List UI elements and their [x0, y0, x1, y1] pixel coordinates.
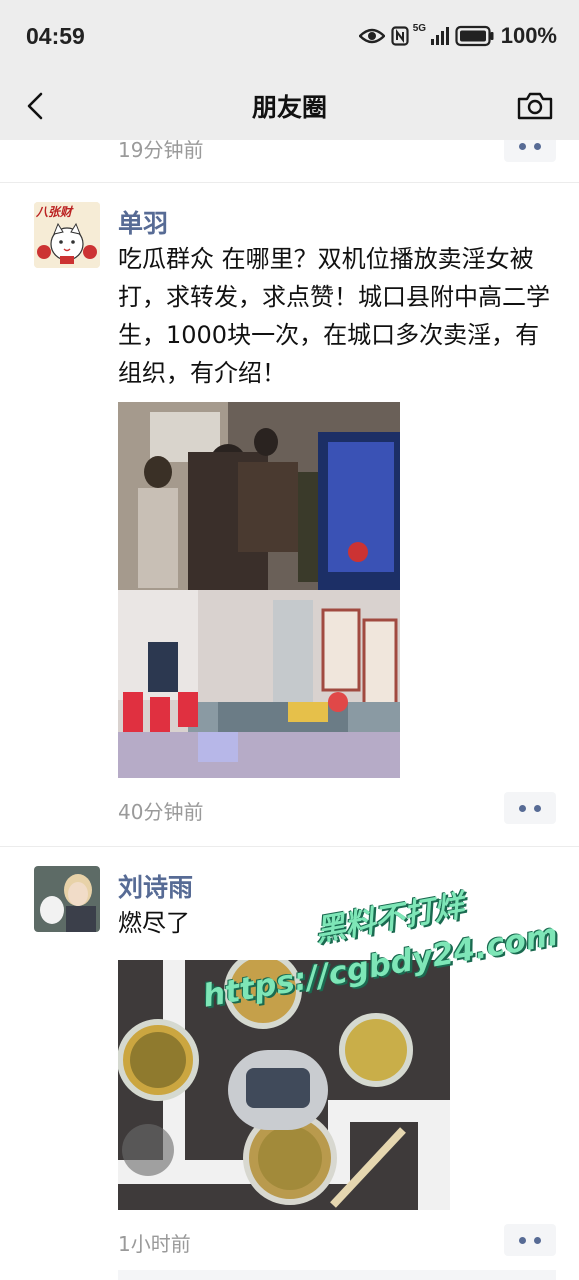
dot-icon: [534, 142, 541, 150]
dot-icon: [534, 1236, 541, 1244]
avatar[interactable]: 八张财: [34, 202, 100, 268]
avatar[interactable]: [34, 866, 100, 932]
more-button[interactable]: [504, 1224, 556, 1256]
previous-post-footer: 19分钟前: [0, 140, 579, 183]
post-text: 吃瓜群众 在哪里？双机位播放卖淫女被打，求转发，求点赞！城口县附中高二学生，10…: [118, 245, 550, 387]
nfc-icon: [391, 26, 409, 46]
more-button[interactable]: [504, 140, 556, 162]
post-timestamp: 40分钟前: [118, 800, 204, 824]
moment-post: 八张财 单羽 吃瓜群众 在哪里？双机位播放卖淫女被打，求转发，求点赞！城口县附中…: [0, 182, 579, 847]
moment-post: 刘诗雨 燃尽了 黑料不打烊 https://cgbdy24.com 1小时前: [0, 846, 579, 1280]
signal-label: 5G: [412, 23, 427, 34]
signal-icon: 5G: [413, 23, 449, 45]
status-time: 04:59: [26, 22, 85, 49]
battery-percent: 100%: [500, 23, 557, 48]
nav-bar: 朋友圈: [0, 72, 579, 140]
eye-icon: [358, 28, 385, 44]
page-title: 朋友圈: [251, 93, 327, 122]
dot-icon: [519, 1236, 526, 1244]
camera-icon: [517, 92, 553, 120]
status-bar: 04:59 5G 100%: [0, 0, 579, 72]
more-button[interactable]: [504, 792, 556, 824]
avatar-image: [34, 866, 100, 932]
moments-feed[interactable]: 19分钟前 八张财 单羽 吃瓜群众 在哪里？双机位播放卖淫女被打，求转发，求点赞…: [0, 140, 579, 1280]
camera-button[interactable]: [515, 86, 555, 126]
video-screenshot-image: [118, 402, 400, 778]
dot-icon: [534, 804, 541, 812]
dot-icon: [519, 804, 526, 812]
post-image[interactable]: [118, 402, 400, 778]
post-timestamp: 19分钟前: [118, 140, 204, 162]
post-timestamp: 1小时前: [118, 1232, 191, 1256]
battery-icon: [455, 25, 494, 47]
back-button[interactable]: [18, 86, 58, 126]
dot-icon: [519, 142, 526, 150]
post-author[interactable]: 刘诗雨: [118, 868, 193, 904]
post-author[interactable]: 单羽: [118, 204, 168, 240]
comment-area: [118, 1270, 556, 1280]
chevron-left-icon: [27, 92, 43, 120]
avatar-lettering: 八张财: [36, 205, 73, 219]
status-icons: 5G 100%: [358, 23, 557, 49]
